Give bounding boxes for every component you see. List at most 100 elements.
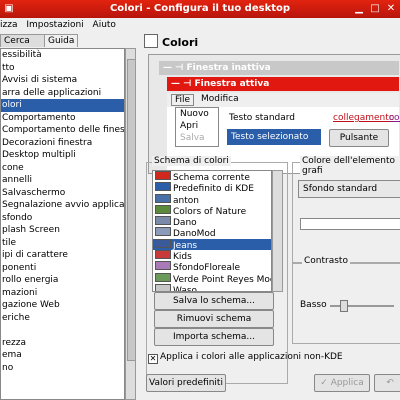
page-title: Colori	[144, 34, 198, 50]
minimize-icon[interactable]: ▁	[352, 2, 366, 16]
scheme-item[interactable]: Jeans	[153, 238, 271, 251]
preview-menu-edit[interactable]: Modifica	[201, 94, 239, 104]
sidebar-item[interactable]: arra delle applicazioni	[1, 87, 124, 100]
scheme-item[interactable]: Kids	[153, 250, 271, 262]
widget-color-group	[292, 162, 400, 264]
sidebar-item[interactable]: Decorazioni finestra	[1, 137, 124, 150]
sidebar-item[interactable]: rezza	[1, 337, 124, 350]
sidebar-item[interactable]: no	[1, 362, 124, 375]
scheme-scrollbar[interactable]	[272, 170, 283, 292]
menu-item-new[interactable]: Nuovo	[176, 108, 218, 120]
sidebar-item[interactable]	[1, 324, 124, 337]
sidebar-item[interactable]: ema	[1, 349, 124, 362]
sidebar-item[interactable]: ipi di carattere	[1, 249, 124, 262]
sidebar-item[interactable]: essibilità	[1, 49, 124, 62]
defaults-button[interactable]: Valori predefiniti	[146, 374, 226, 392]
apply-nonkde-label: Applica i colori alle applicazioni non-K…	[160, 352, 343, 362]
scheme-swatch-icon	[155, 204, 171, 214]
sidebar-item[interactable]: rollo energia	[1, 274, 124, 287]
reset-button[interactable]: ↶	[374, 374, 400, 392]
sidebar-item[interactable]: cone	[1, 162, 124, 175]
menu-item-save[interactable]: Salva	[176, 132, 218, 144]
standard-text[interactable]: Testo standard	[229, 113, 295, 123]
left-panel: Cerca Guida essibilità tto Avvisi di siste…	[0, 32, 136, 400]
scheme-item[interactable]: anton	[153, 193, 271, 206]
close-icon[interactable]: ✕	[384, 2, 398, 16]
module-list[interactable]: essibilità tto Avvisi di sistema arra delle…	[0, 48, 125, 400]
sidebar-item[interactable]: Comportamento delle finestre	[1, 124, 124, 137]
sidebar-item[interactable]: Salvaschermo	[1, 187, 124, 200]
scheme-list[interactable]: Schema corrente Predefinito di KDE anton Co…	[152, 170, 272, 292]
menu-file-partial[interactable]: izza	[0, 20, 17, 30]
scheme-swatch-icon	[155, 182, 171, 192]
preview-menubar: File Modifica	[167, 93, 399, 107]
scheme-group-title: Schema di colori	[152, 156, 231, 166]
contrast-low-label: Basso	[300, 300, 327, 310]
scheme-swatch-icon	[155, 272, 171, 282]
sidebar-item[interactable]: Comportamento	[1, 112, 124, 125]
widget-color-combo[interactable]: Sfondo standard	[298, 180, 400, 198]
import-scheme-button[interactable]: Importa schema...	[154, 328, 274, 346]
save-scheme-button[interactable]: Salva lo schema...	[154, 292, 274, 310]
color-button[interactable]	[300, 218, 400, 230]
maximize-icon[interactable]: □	[368, 2, 382, 16]
sidebar-item[interactable]: mazioni	[1, 287, 124, 300]
scheme-item[interactable]: Schema corrente	[153, 171, 271, 183]
sidebar-item[interactable]: tto	[1, 62, 124, 75]
sidebar-item[interactable]: annelli	[1, 174, 124, 187]
visited-link-text[interactable]: colo	[389, 113, 400, 123]
scheme-item[interactable]: Predefinito di KDE	[153, 182, 271, 194]
scheme-swatch-icon	[155, 227, 171, 237]
sidebar-item[interactable]: tile	[1, 237, 124, 250]
scheme-swatch-icon	[155, 250, 171, 260]
scheme-item[interactable]: Waso	[153, 283, 271, 291]
remove-scheme-button[interactable]: Rimuovi schema	[154, 310, 274, 328]
sidebar-item[interactable]: Avvisi di sistema	[1, 74, 124, 87]
scheme-item[interactable]: Colors of Nature	[153, 204, 271, 217]
inactive-window-titlebar[interactable]: — ⊣ Finestra inattiva	[159, 61, 399, 75]
sidebar-item[interactable]: plash Screen	[1, 224, 124, 237]
menu-settings[interactable]: Impostazioni	[26, 20, 83, 30]
window-menu-icon[interactable]: ▣	[2, 2, 16, 16]
sidebar-scrollbar[interactable]	[125, 48, 136, 400]
preview-button[interactable]: Pulsante	[329, 129, 389, 147]
scheme-item[interactable]: Dano	[153, 216, 271, 228]
menu-bar: izza Impostazioni Aiuto	[0, 18, 400, 32]
scheme-item[interactable]: SfondoFloreale	[153, 261, 271, 273]
scheme-swatch-icon	[155, 238, 171, 248]
reset-icon: ↶	[386, 378, 394, 388]
scheme-swatch-icon	[155, 283, 171, 291]
sidebar-item[interactable]: eriche	[1, 312, 124, 325]
preview-file-menu: Nuovo Apri Salva	[175, 107, 219, 147]
sidebar-item[interactable]: Segnalazione avvio applicazioni	[1, 199, 124, 212]
widget-color-group-title: Colore dell'elemento grafi	[300, 156, 400, 176]
scrollbar-thumb[interactable]	[127, 59, 136, 361]
menu-help[interactable]: Aiuto	[93, 20, 116, 30]
contrast-slider-handle[interactable]	[339, 300, 348, 312]
scheme-swatch-icon	[155, 261, 171, 271]
contrast-group-title: Contrasto	[302, 256, 350, 266]
active-window-titlebar[interactable]: — ⊣ Finestra attiva	[167, 77, 399, 91]
link-text[interactable]: collegamento	[333, 113, 394, 123]
window-title: Colori - Configura il tuo desktop	[109, 3, 291, 14]
apply-button[interactable]: ✓ Applica	[314, 374, 370, 392]
scheme-swatch-icon	[155, 193, 171, 203]
scheme-item[interactable]: Verde Point Reyes Mod1	[153, 272, 271, 285]
sidebar-item[interactable]: Desktop multipli	[1, 149, 124, 162]
scheme-swatch-icon	[155, 171, 171, 180]
sidebar-item[interactable]: sfondo	[1, 212, 124, 225]
apply-nonkde-checkbox[interactable]: ✕	[148, 354, 158, 364]
selected-text[interactable]: Testo selezionato	[227, 129, 321, 145]
sidebar-item[interactable]: olori	[1, 99, 124, 112]
menu-item-open[interactable]: Apri	[176, 120, 218, 132]
tab-help[interactable]: Guida	[44, 34, 78, 47]
colors-icon	[144, 34, 158, 48]
tab-search[interactable]: Cerca	[0, 34, 48, 47]
scheme-swatch-icon	[155, 216, 171, 226]
title-bar: ▣ Colori - Configura il tuo desktop ▁ □ …	[0, 0, 400, 18]
preview-menu-file[interactable]: File	[171, 94, 195, 106]
scheme-item[interactable]: DanoMod	[153, 227, 271, 239]
sidebar-item[interactable]: gazione Web	[1, 299, 124, 312]
apply-icon: ✓	[320, 378, 328, 388]
sidebar-item[interactable]: ponenti	[1, 262, 124, 275]
